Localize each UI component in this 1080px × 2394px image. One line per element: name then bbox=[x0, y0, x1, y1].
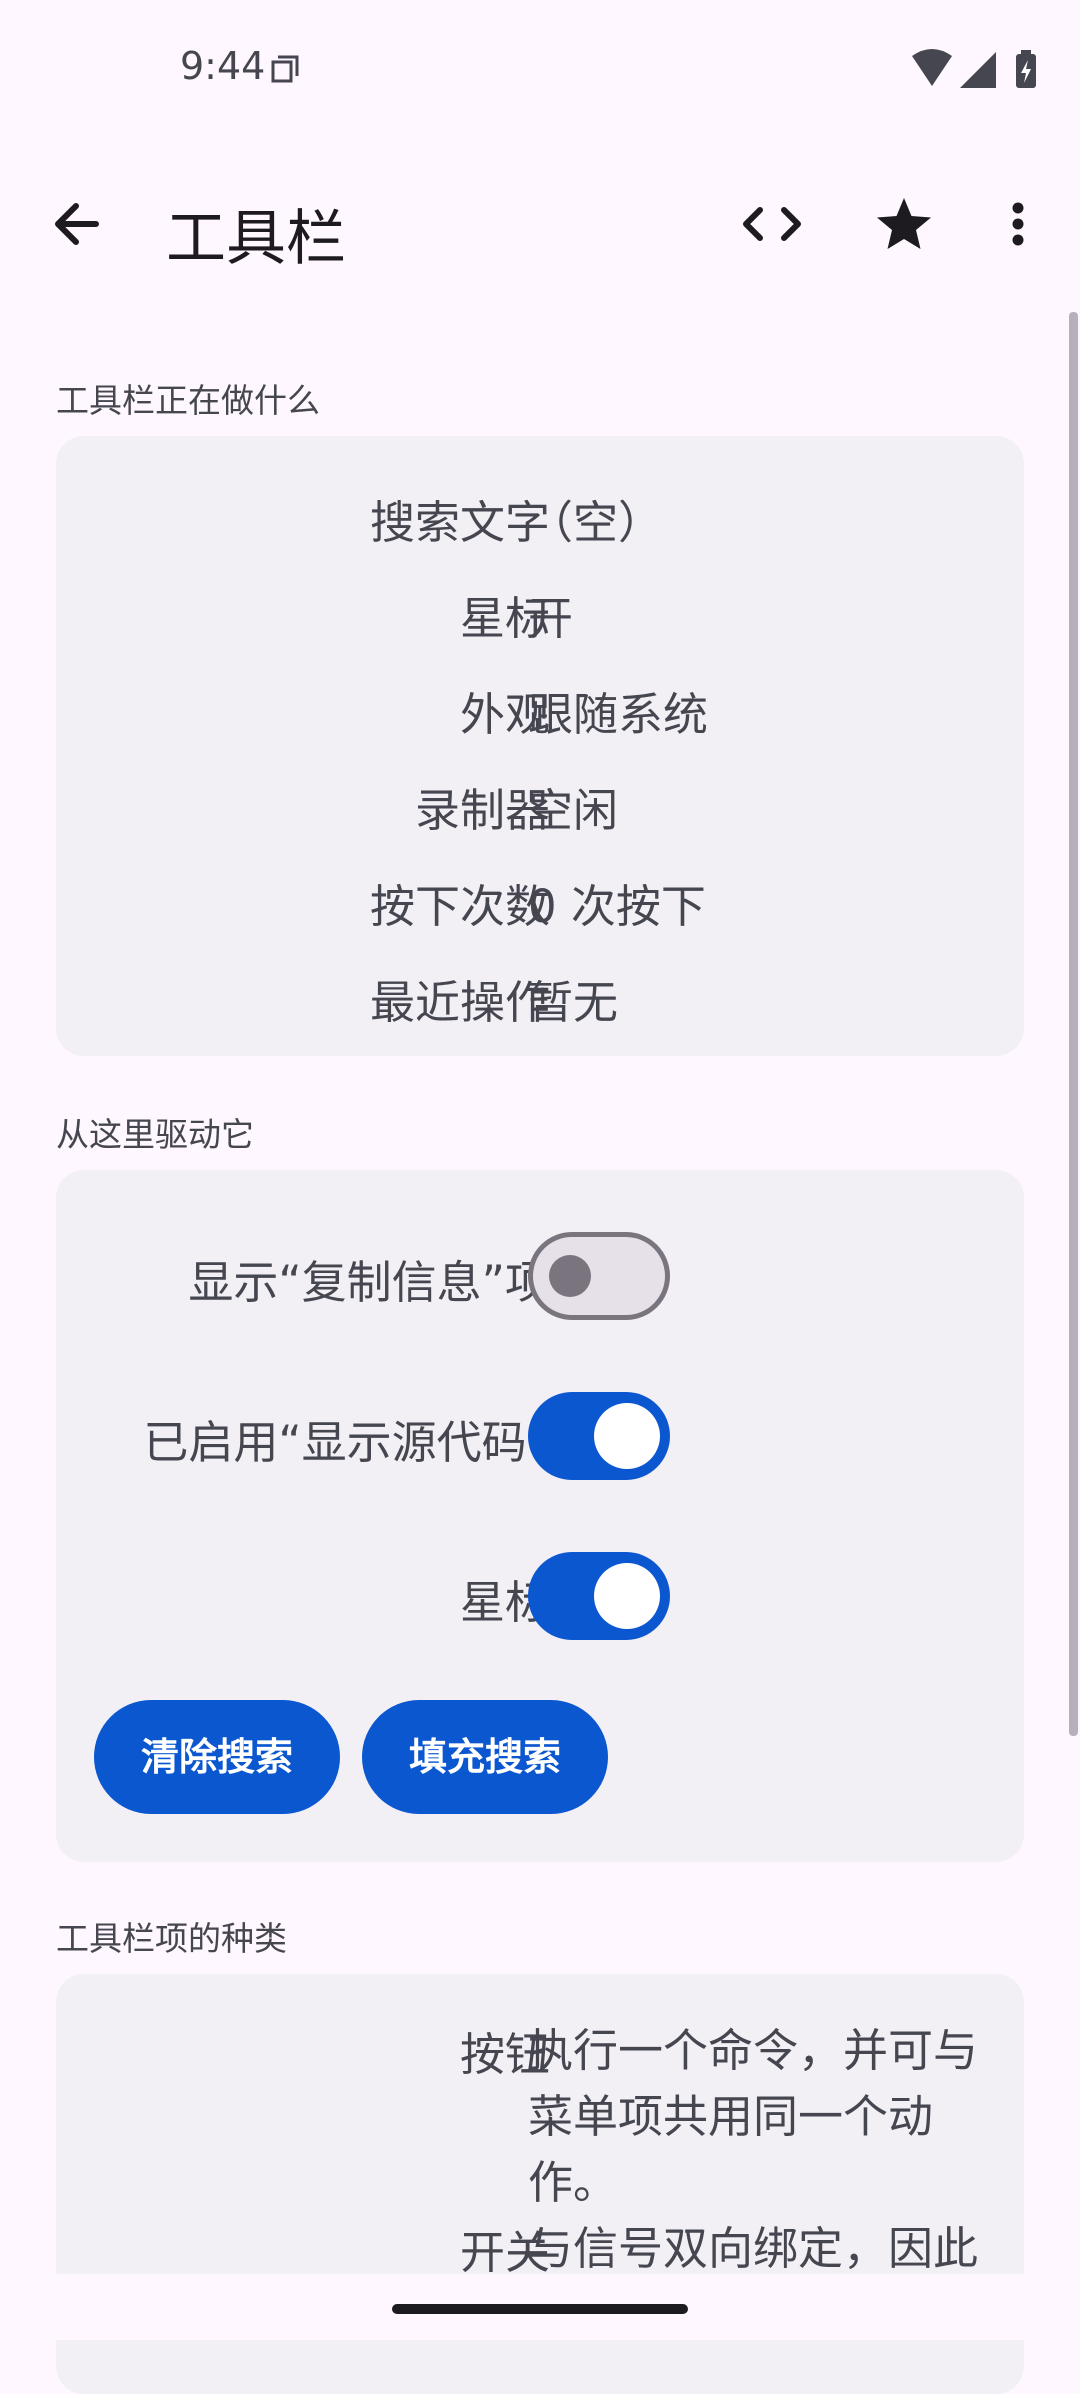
switch-label: 显示“复制信息”项 bbox=[188, 1256, 550, 1309]
section-label-status: 工具栏正在做什么 bbox=[56, 381, 320, 420]
scrollbar[interactable] bbox=[1069, 312, 1078, 1736]
show-source-switch[interactable] bbox=[528, 1392, 670, 1480]
section-label-kinds: 工具栏项的种类 bbox=[56, 1919, 287, 1958]
status-row-recorder: 录制器 空闲 bbox=[56, 774, 1024, 844]
switch-knob bbox=[594, 1403, 660, 1469]
status-key: 按下次数 bbox=[369, 880, 550, 933]
status-icons bbox=[912, 49, 1036, 88]
switch-knob bbox=[549, 1255, 591, 1297]
status-value: 跟随系统 bbox=[528, 688, 709, 741]
top-app-bar: 工具栏 bbox=[0, 160, 1080, 290]
clear-search-button[interactable]: 清除搜索 bbox=[94, 1700, 340, 1814]
switch-row-show-source: 已启用“显示源代码” bbox=[56, 1392, 1024, 1482]
switch-row-copy-info: 显示“复制信息”项 bbox=[56, 1232, 1024, 1322]
code-icon[interactable] bbox=[730, 182, 814, 266]
more-vert-icon[interactable] bbox=[990, 182, 1046, 266]
status-key: 搜索文字 bbox=[369, 496, 550, 549]
status-row-search: 搜索文字 （空） bbox=[56, 486, 1024, 556]
switch-row-star: 星标 bbox=[56, 1552, 1024, 1642]
arrow-back-icon[interactable] bbox=[36, 182, 120, 266]
wifi-icon bbox=[912, 49, 952, 86]
copy-info-switch[interactable] bbox=[528, 1232, 670, 1320]
page-title: 工具栏 bbox=[166, 204, 346, 274]
star-icon[interactable] bbox=[862, 182, 946, 266]
status-value: 开 bbox=[528, 592, 574, 645]
fill-search-button[interactable]: 填充搜索 bbox=[362, 1700, 608, 1814]
status-value: 0 次按下 bbox=[528, 880, 706, 933]
status-card: 搜索文字 （空） 星标 开 外观 跟随系统 录制器 空闲 按下次数 0 次按下 … bbox=[56, 436, 1024, 1056]
status-row-star: 星标 开 bbox=[56, 582, 1024, 652]
drive-card: 显示“复制信息”项 已启用“显示源代码” 星标 清除搜索 填充搜索 bbox=[56, 1170, 1024, 1862]
status-time: 9:44 bbox=[180, 44, 266, 88]
status-row-last-action: 最近操作 暂无 bbox=[56, 966, 1024, 1036]
switch-knob bbox=[594, 1563, 660, 1629]
battery-charging-icon bbox=[1016, 50, 1036, 88]
sim-card-icon bbox=[271, 55, 299, 83]
status-row-press-count: 按下次数 0 次按下 bbox=[56, 870, 1024, 940]
status-value: 空闲 bbox=[528, 784, 619, 837]
star-switch[interactable] bbox=[528, 1552, 670, 1640]
switch-label: 已启用“显示源代码” bbox=[143, 1416, 550, 1469]
signal-icon bbox=[960, 52, 996, 88]
status-value: （空） bbox=[528, 496, 664, 549]
kind-description: 执行一个命令，并可与菜单项共用同一个动作。 bbox=[528, 2024, 979, 2209]
status-key: 最近操作 bbox=[369, 976, 550, 1029]
kind-description: 与信号双向绑定，因此 bbox=[528, 2222, 979, 2275]
gesture-handle[interactable] bbox=[392, 2304, 688, 2314]
section-label-drive: 从这里驱动它 bbox=[56, 1115, 254, 1154]
status-row-appearance: 外观 跟随系统 bbox=[56, 678, 1024, 748]
navigation-bar bbox=[0, 2274, 1080, 2340]
status-bar: 9:44 bbox=[0, 0, 1080, 140]
status-value: 暂无 bbox=[528, 976, 619, 1029]
